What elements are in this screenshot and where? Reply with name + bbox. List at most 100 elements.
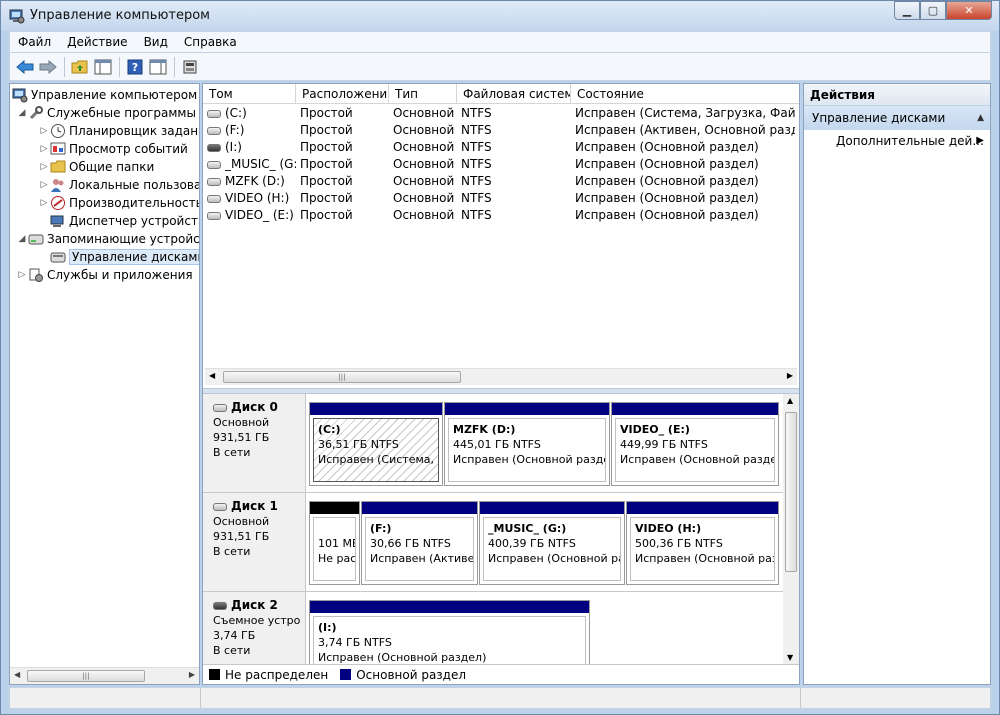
disk-info[interactable]: Диск 2 Съемное устро 3,74 ГБ В сети: [203, 592, 306, 664]
tree-item-performance[interactable]: ▷ Производительность: [38, 194, 199, 212]
tree-item-task-scheduler[interactable]: ▷ Планировщик заданий: [38, 122, 199, 140]
expand-arrow-icon[interactable]: ▷: [38, 180, 50, 190]
tree-item-event-viewer[interactable]: ▷ Просмотр событий: [38, 140, 188, 158]
show-hide-tree-button[interactable]: [92, 56, 114, 78]
tree-root[interactable]: Управление компьютером (л: [12, 86, 199, 104]
column-header-layout[interactable]: Расположение: [296, 84, 389, 104]
expand-arrow-icon[interactable]: ▷: [38, 198, 50, 208]
partition-unallocated[interactable]: 101 МБ Не рас: [309, 501, 360, 585]
volume-row[interactable]: (C:) Простой Основной NTFS Исправен (Сис…: [203, 106, 795, 123]
menu-file[interactable]: Файл: [10, 35, 59, 49]
actions-header: Действия: [804, 84, 990, 106]
expand-arrow-icon[interactable]: ▷: [38, 126, 50, 136]
disk-type: Основной: [213, 515, 270, 528]
partition-status: Исправен (Основной раз: [635, 552, 775, 565]
scroll-right-icon[interactable]: ▶: [787, 371, 793, 380]
scroll-up-icon[interactable]: ▲: [787, 396, 793, 405]
disk-info[interactable]: Диск 0 Основной 931,51 ГБ В сети: [203, 394, 306, 492]
disk-size: 931,51 ГБ: [213, 431, 270, 444]
volume-name: MZFK (D:): [225, 174, 285, 188]
partition-g[interactable]: _MUSIC_ (G:) 400,39 ГБ NTFS Исправен (Ос…: [479, 501, 625, 585]
volume-name: (C:): [225, 106, 247, 120]
scroll-left-icon[interactable]: ◀: [209, 371, 215, 380]
unallocated-swatch: [209, 669, 220, 680]
volume-status: Исправен (Система, Загрузка, Файл под: [575, 106, 795, 120]
column-header-type[interactable]: Тип: [389, 84, 457, 104]
back-button[interactable]: [14, 56, 36, 78]
maximize-button[interactable]: ▢: [920, 1, 946, 20]
navigation-tree: Управление компьютером (л ◢ Служебные пр…: [10, 84, 199, 664]
volume-row[interactable]: VIDEO_ (E:) Простой Основной NTFS Исправ…: [203, 208, 795, 225]
tree-item-device-manager[interactable]: Диспетчер устройств: [50, 212, 199, 230]
partition-d[interactable]: MZFK (D:) 445,01 ГБ NTFS Исправен (Основ…: [444, 402, 610, 486]
disk-view-vertical-scrollbar[interactable]: ▲ ▼: [783, 394, 799, 664]
collapse-arrow-icon[interactable]: ◢: [16, 108, 28, 118]
collapse-up-icon[interactable]: ▲: [977, 106, 984, 130]
expand-arrow-icon[interactable]: ▷: [16, 270, 28, 280]
scroll-thumb[interactable]: [785, 412, 797, 572]
drive-icon: [207, 194, 221, 203]
tree-item-local-users[interactable]: ▷ Локальные пользовате: [38, 176, 199, 194]
volume-status: Исправен (Основной раздел): [575, 191, 759, 205]
tree-item-label: Просмотр событий: [69, 142, 188, 156]
volume-row[interactable]: VIDEO (H:) Простой Основной NTFS Исправе…: [203, 191, 795, 208]
volume-fs: NTFS: [461, 191, 492, 205]
up-folder-button[interactable]: [69, 56, 91, 78]
volume-type: Основной: [393, 140, 455, 154]
volume-list-horizontal-scrollbar[interactable]: ◀ ||| ▶: [205, 368, 797, 385]
volume-row[interactable]: (I:) Простой Основной NTFS Исправен (Осн…: [203, 140, 795, 157]
volume-row[interactable]: (F:) Простой Основной NTFS Исправен (Акт…: [203, 123, 795, 140]
partition-f[interactable]: (F:) 30,66 ГБ NTFS Исправен (Активе: [361, 501, 478, 585]
close-button[interactable]: ✕: [946, 1, 992, 20]
more-actions-item[interactable]: Дополнительные дей... ▶: [804, 130, 990, 152]
scroll-right-icon[interactable]: ▶: [189, 670, 195, 679]
partition-h[interactable]: VIDEO (H:) 500,36 ГБ NTFS Исправен (Осно…: [626, 501, 779, 585]
partition-c[interactable]: (C:) 36,51 ГБ NTFS Исправен (Система, З: [309, 402, 443, 486]
tree-item-services-apps[interactable]: ▷ Службы и приложения: [16, 266, 193, 284]
scroll-left-icon[interactable]: ◀: [14, 670, 20, 679]
menu-view[interactable]: Вид: [136, 35, 176, 49]
disk-row: Диск 0 Основной 931,51 ГБ В сети (C:) 36…: [203, 394, 783, 493]
tree-horizontal-scrollbar[interactable]: ◀ ||| ▶: [10, 667, 199, 684]
collapse-arrow-icon[interactable]: ◢: [16, 234, 28, 244]
menu-help[interactable]: Справка: [176, 35, 245, 49]
partition-e[interactable]: VIDEO_ (E:) 449,99 ГБ NTFS Исправен (Осн…: [611, 402, 779, 486]
scroll-thumb[interactable]: |||: [27, 670, 145, 682]
partition-box: (I:) 3,74 ГБ NTFS Исправен (Основной раз…: [313, 616, 586, 664]
tree-item-shared-folders[interactable]: ▷ Общие папки: [38, 158, 155, 176]
volume-row[interactable]: MZFK (D:) Простой Основной NTFS Исправен…: [203, 174, 795, 191]
disk-management-button[interactable]: [179, 56, 201, 78]
properties-button[interactable]: [147, 56, 169, 78]
actions-section-disk-management[interactable]: Управление дисками ▲: [804, 106, 990, 130]
partition-status: Исправен (Основной разде: [620, 453, 775, 466]
computer-management-icon: [9, 9, 25, 24]
expand-arrow-icon[interactable]: ▷: [38, 144, 50, 154]
tree-item-system-tools[interactable]: ◢ Служебные программы: [16, 104, 196, 122]
menu-action[interactable]: Действие: [59, 35, 135, 49]
tree-item-disk-management[interactable]: Управление дисками: [50, 248, 199, 266]
column-header-volume[interactable]: Том: [203, 84, 296, 104]
partition-status: Исправен (Основной ра: [488, 552, 621, 565]
disk-info[interactable]: Диск 1 Основной 931,51 ГБ В сети: [203, 493, 306, 591]
partition-i[interactable]: (I:) 3,74 ГБ NTFS Исправен (Основной раз…: [309, 600, 590, 664]
partition-box: 101 МБ Не рас: [313, 517, 356, 581]
disk-name: Диск 2: [231, 598, 278, 612]
scroll-down-icon[interactable]: ▼: [787, 653, 793, 662]
column-header-status[interactable]: Состояние: [571, 84, 799, 104]
volume-fs: NTFS: [461, 157, 492, 171]
primary-partition-bar: [480, 502, 624, 514]
tree-item-storage[interactable]: ◢ Запоминающие устройст: [16, 230, 199, 248]
disk-name: Диск 1: [231, 499, 278, 513]
scroll-thumb[interactable]: |||: [223, 371, 461, 383]
primary-swatch: [340, 669, 352, 680]
column-header-filesystem[interactable]: Файловая система: [457, 84, 571, 104]
minimize-button[interactable]: ▁: [894, 1, 920, 20]
partition-size: 3,74 ГБ NTFS: [318, 636, 392, 649]
status-bar: [9, 687, 991, 709]
forward-button[interactable]: [37, 56, 59, 78]
expand-arrow-icon[interactable]: ▷: [38, 162, 50, 172]
volume-row[interactable]: _MUSIC_ (G:) Простой Основной NTFS Испра…: [203, 157, 795, 174]
help-button[interactable]: ?: [124, 56, 146, 78]
volume-status: Исправен (Активен, Основной раздел): [575, 123, 795, 137]
drive-icon: [207, 109, 221, 118]
